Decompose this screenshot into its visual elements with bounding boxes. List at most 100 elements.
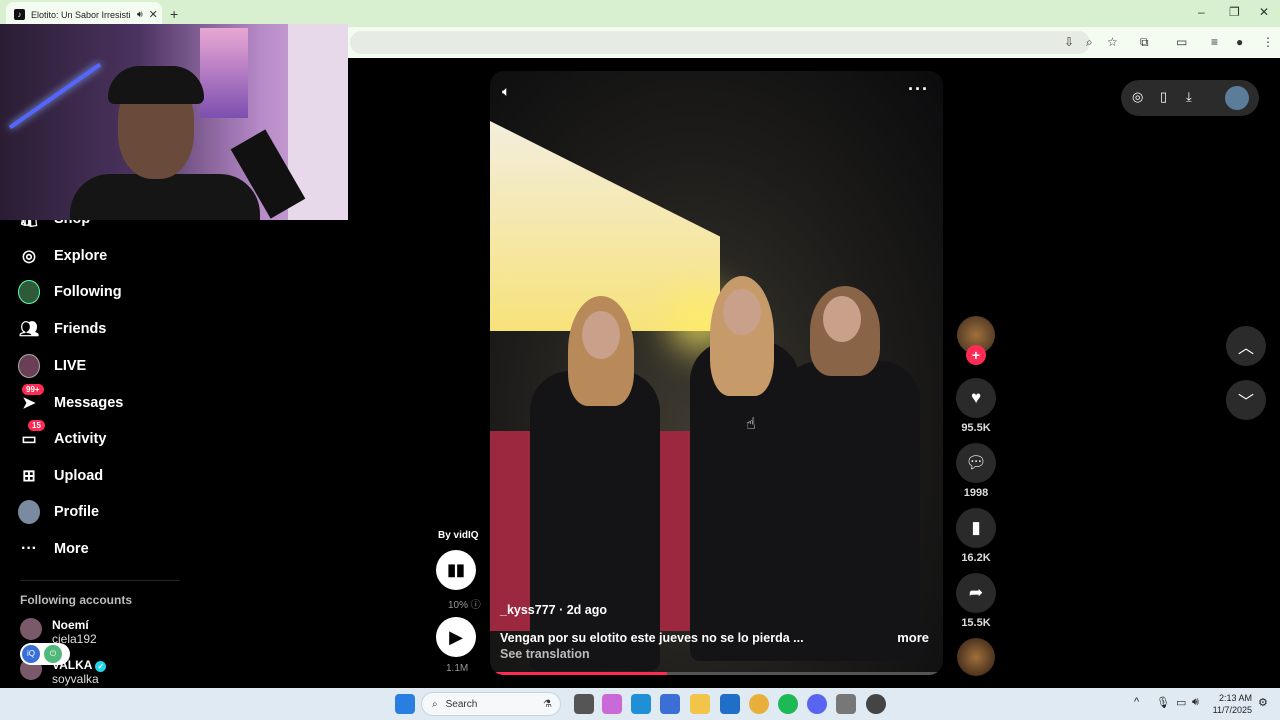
webcam-poster [200, 28, 248, 118]
sidebar-item-upload[interactable]: ⊞ Upload [18, 465, 103, 487]
discord-icon[interactable] [807, 694, 827, 714]
compass-icon: ◎ [22, 248, 36, 265]
speaker-icon[interactable]: 🔊︎ [137, 9, 143, 20]
sidebar-item-label: LIVE [54, 358, 87, 374]
app-icon[interactable] [836, 694, 856, 714]
info-icon[interactable]: ⓘ [471, 600, 481, 611]
comment-count: 1998 [963, 487, 989, 499]
compass-icon[interactable]: ◎ [1132, 89, 1143, 105]
sidebar-item-messages[interactable]: ➤ 99+ Messages [18, 384, 123, 414]
sidebar-item-friends[interactable]: 👥︎ Friends [18, 318, 107, 340]
notification-icon[interactable]: ⚙︎ [1258, 696, 1268, 709]
vidiq-stats-button[interactable]: ▮▮ [436, 550, 476, 590]
user-avatar[interactable] [1225, 86, 1249, 110]
close-window-icon[interactable]: ✕ [1259, 5, 1269, 19]
comment-action[interactable]: 💬︎ 1998 [956, 443, 996, 499]
mouse-cursor-icon: ☝︎ [746, 416, 756, 433]
save-count: 16.2K [961, 552, 991, 564]
edge-icon[interactable] [631, 694, 651, 714]
search-label: Search [445, 698, 478, 710]
taskbar-search[interactable]: ⌕ Search ⚗ [421, 692, 561, 716]
tab-title: Elotito: Un Sabor Irresistible [31, 9, 131, 20]
maximize-icon[interactable]: ❐ [1229, 5, 1240, 19]
sidebar-item-activity[interactable]: ▭ 15 Activity [18, 420, 106, 450]
more-link[interactable]: more [897, 630, 929, 645]
video-author[interactable]: _kyss777 · 2d ago [500, 603, 930, 617]
browser-tab-bar: ♪ Elotito: Un Sabor Irresistible 🔊︎ ✕ + … [0, 0, 1280, 27]
search-highlight-icon: ⚗ [543, 698, 552, 710]
bookmark-star-icon[interactable]: ☆ [1107, 35, 1118, 49]
task-view-icon[interactable] [574, 694, 594, 714]
search-icon: ⌕ [432, 698, 438, 710]
music-disc-icon[interactable] [957, 638, 995, 676]
heart-icon[interactable]: ♥ [956, 378, 996, 418]
microphone-icon[interactable]: 🎙︎ [1156, 696, 1170, 709]
copilot-icon[interactable] [602, 694, 622, 714]
following-avatar-icon [18, 280, 40, 304]
view-count: 1.1M [446, 663, 469, 674]
chrome-icon[interactable] [749, 694, 769, 714]
next-video-button[interactable]: ﹀ [1226, 380, 1266, 420]
vidiq-percent: 10% ⓘ [448, 600, 481, 611]
play-button[interactable]: ▶ [436, 617, 476, 657]
follow-button[interactable]: + [966, 345, 986, 365]
chevron-up-icon[interactable]: ^ [1134, 696, 1139, 708]
comment-icon[interactable]: 💬︎ [956, 443, 996, 483]
video-player[interactable]: 🔈︎ ··· _kyss777 · 2d ago Vengan por su e… [490, 71, 943, 675]
live-icon [18, 354, 40, 378]
download-icon[interactable]: ⤓ [1186, 89, 1192, 105]
sidebar-item-label: Profile [54, 504, 100, 520]
network-icon[interactable]: ▭ [1176, 696, 1186, 709]
profile-icon[interactable]: ● [1236, 35, 1243, 49]
minimize-icon[interactable]: – [1198, 5, 1205, 19]
save-action[interactable]: ▮ 16.2K [956, 508, 996, 564]
see-translation-link[interactable]: See translation [500, 647, 930, 661]
sidebar-item-more[interactable]: ··· More [18, 538, 89, 560]
following-account-item[interactable]: Noemí ciela192 [20, 618, 97, 646]
address-bar[interactable] [350, 31, 1090, 54]
video-person-face [823, 296, 861, 342]
media-icon[interactable]: ≡ [1211, 35, 1218, 49]
upload-icon: ⊞ [22, 468, 36, 485]
new-tab-button[interactable]: + [170, 6, 178, 22]
profile-avatar-icon [18, 500, 40, 524]
close-tab-button[interactable]: ✕ [149, 8, 158, 21]
power-icon: ⏻ [44, 645, 62, 663]
phone-icon[interactable]: ▯ [1160, 89, 1167, 105]
outlook-icon[interactable] [720, 694, 740, 714]
menu-icon[interactable]: ⋮ [1262, 35, 1274, 49]
sidebar-item-profile[interactable]: Profile [18, 500, 100, 524]
previous-video-button[interactable]: ︿ [1226, 326, 1266, 366]
obs-icon[interactable] [866, 694, 886, 714]
file-explorer-icon[interactable] [690, 694, 710, 714]
video-progress-bar[interactable] [490, 672, 943, 675]
activity-icon: ▭ 15 [18, 420, 45, 450]
by-vidiq-label: By vidIQ [438, 530, 479, 541]
spotify-icon[interactable] [778, 694, 798, 714]
sidebar-item-live[interactable]: LIVE [18, 354, 87, 378]
vidiq-widget[interactable]: iQ ⏻ [20, 643, 70, 665]
more-options-icon[interactable]: ··· [908, 79, 929, 100]
extensions-icon[interactable]: ⧉ [1140, 35, 1149, 50]
cast-icon[interactable]: ▭ [1176, 35, 1187, 49]
windows-start-icon[interactable] [395, 694, 415, 714]
install-icon[interactable]: ⇩ [1064, 35, 1074, 49]
share-icon[interactable]: ➦ [956, 573, 996, 613]
zoom-icon[interactable]: ⌕ [1086, 35, 1093, 50]
bookmark-icon[interactable]: ▮ [956, 508, 996, 548]
sidebar-item-label: More [54, 541, 89, 557]
more-icon: ··· [21, 540, 37, 557]
messages-icon: ➤ 99+ [18, 384, 44, 414]
volume-icon[interactable]: 🔈︎ [502, 83, 510, 100]
share-action[interactable]: ➦ 15.5K [956, 573, 996, 629]
sidebar-item-explore[interactable]: ◎ Explore [18, 245, 107, 267]
windows-taskbar: ⌕ Search ⚗ ^ 🎙︎ ▭ 🔊︎ 2:13 AM 11/7/2025 ⚙… [0, 688, 1280, 720]
video-progress-fill [490, 672, 667, 675]
clock-time: 2:13 AM [1218, 693, 1252, 703]
volume-icon[interactable]: 🔊︎ [1192, 696, 1199, 709]
like-action[interactable]: ♥ 95.5K [956, 378, 996, 434]
sidebar-item-following[interactable]: Following [18, 280, 122, 304]
chevron-up-icon: ︿ [1237, 340, 1254, 357]
system-clock[interactable]: 2:13 AM 11/7/2025 [1213, 692, 1252, 716]
store-icon[interactable] [660, 694, 680, 714]
